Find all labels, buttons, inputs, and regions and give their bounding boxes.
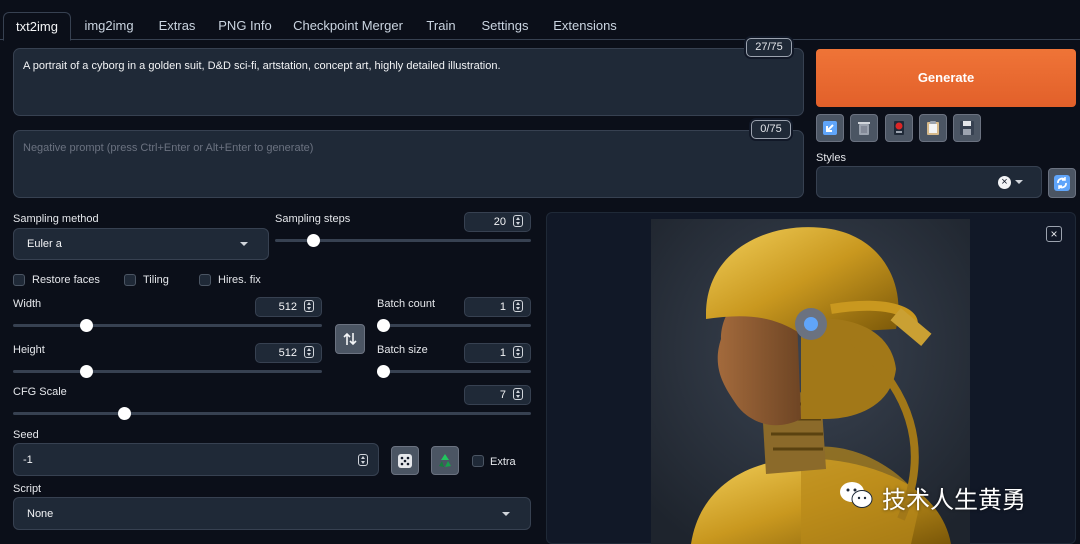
swap-icon: [343, 332, 357, 346]
negative-prompt-input[interactable]: Negative prompt (press Ctrl+Enter or Alt…: [13, 130, 804, 198]
styles-label: Styles: [816, 152, 846, 164]
tab-img2img[interactable]: img2img: [74, 12, 144, 40]
seed-value: -1: [23, 453, 33, 466]
save-style-button[interactable]: [953, 114, 981, 142]
extra-seed-label: Extra: [490, 456, 516, 468]
width-stepper-icon[interactable]: [304, 300, 314, 312]
script-value: None: [27, 507, 54, 520]
seed-input[interactable]: -1: [13, 443, 379, 476]
close-image-button[interactable]: ×: [1046, 226, 1062, 242]
red-card-icon: [894, 121, 904, 135]
tiling-label: Tiling: [143, 274, 169, 286]
cfg-scale-slider-thumb[interactable]: [118, 407, 131, 420]
refresh-styles-button[interactable]: [1048, 168, 1076, 198]
extra-seed-checkbox[interactable]: [472, 455, 484, 467]
dice-icon: [398, 453, 412, 468]
sampling-method-value: Euler a: [27, 238, 62, 250]
script-dropdown[interactable]: None: [13, 497, 531, 530]
restore-faces-checkbox[interactable]: [13, 274, 25, 286]
batch-size-slider-track[interactable]: [377, 370, 531, 373]
show-extra-networks-button[interactable]: [885, 114, 913, 142]
sampling-steps-slider-thumb[interactable]: [307, 234, 320, 247]
tab-checkpoint-merger[interactable]: Checkpoint Merger: [284, 12, 412, 40]
chevron-down-icon: [240, 242, 248, 246]
tab-bar: txt2img img2img Extras PNG Info Checkpoi…: [0, 12, 1080, 41]
batch-size-slider-thumb[interactable]: [377, 365, 390, 378]
tab-txt2img[interactable]: txt2img: [3, 12, 71, 41]
swap-dimensions-button[interactable]: [335, 324, 365, 354]
height-stepper-icon[interactable]: [304, 346, 314, 358]
prompt-token-counter: 27/75: [746, 38, 792, 57]
chevron-down-icon: [502, 511, 510, 516]
batch-size-stepper-icon[interactable]: [513, 346, 523, 358]
watermark-text: 技术人生黄勇: [882, 486, 1026, 514]
batch-count-slider-thumb[interactable]: [377, 319, 390, 332]
clipboard-icon: [927, 121, 939, 135]
arrow-icon: [823, 121, 837, 135]
width-label: Width: [13, 298, 42, 310]
trash-icon: [858, 122, 870, 135]
styles-clear-icon[interactable]: ×: [998, 176, 1011, 189]
recycle-icon: [439, 453, 451, 467]
batch-count-label: Batch count: [377, 298, 436, 310]
height-label: Height: [13, 344, 45, 356]
tab-extras[interactable]: Extras: [147, 12, 207, 40]
cfg-scale-label: CFG Scale: [13, 386, 67, 398]
tab-png-info[interactable]: PNG Info: [208, 12, 282, 40]
width-slider-thumb[interactable]: [80, 319, 93, 332]
height-slider-thumb[interactable]: [80, 365, 93, 378]
hires-fix-checkbox[interactable]: [199, 274, 211, 286]
batch-size-label: Batch size: [377, 344, 428, 356]
hires-fix-label: Hires. fix: [218, 274, 261, 286]
read-params-button[interactable]: [816, 114, 844, 142]
refresh-icon: [1054, 175, 1070, 191]
seed-label: Seed: [13, 429, 39, 441]
wechat-icon: [840, 482, 873, 508]
height-slider-track[interactable]: [13, 370, 322, 373]
random-seed-button[interactable]: [391, 446, 419, 475]
negative-prompt-token-counter: 0/75: [751, 120, 791, 139]
restore-faces-label: Restore faces: [32, 274, 100, 286]
sampling-steps-label: Sampling steps: [275, 213, 351, 225]
save-icon: [960, 121, 974, 135]
chevron-down-icon: [1015, 180, 1023, 184]
tiling-checkbox[interactable]: [124, 274, 136, 286]
cfg-scale-stepper-icon[interactable]: [513, 388, 523, 400]
sampling-method-label: Sampling method: [13, 213, 99, 225]
prompt-input[interactable]: A portrait of a cyborg in a golden suit,…: [13, 48, 804, 116]
sampling-method-dropdown[interactable]: Euler a: [13, 228, 269, 260]
wechat-logo: [838, 479, 874, 511]
tab-train[interactable]: Train: [414, 12, 468, 40]
clear-prompt-button[interactable]: [850, 114, 878, 142]
close-icon: ×: [1050, 227, 1058, 241]
batch-count-stepper-icon[interactable]: [513, 300, 523, 312]
cfg-scale-slider-track[interactable]: [13, 412, 531, 415]
styles-dropdown[interactable]: ×: [816, 166, 1042, 198]
generate-button[interactable]: Generate: [816, 49, 1076, 107]
script-label: Script: [13, 483, 42, 495]
seed-stepper-icon[interactable]: [358, 454, 368, 466]
tab-settings[interactable]: Settings: [469, 12, 541, 40]
sampling-steps-stepper-icon[interactable]: [513, 215, 523, 227]
apply-style-button[interactable]: [919, 114, 947, 142]
tab-extensions[interactable]: Extensions: [543, 12, 627, 40]
batch-count-slider-track[interactable]: [377, 324, 531, 327]
reuse-seed-button[interactable]: [431, 446, 459, 475]
width-slider-track[interactable]: [13, 324, 322, 327]
